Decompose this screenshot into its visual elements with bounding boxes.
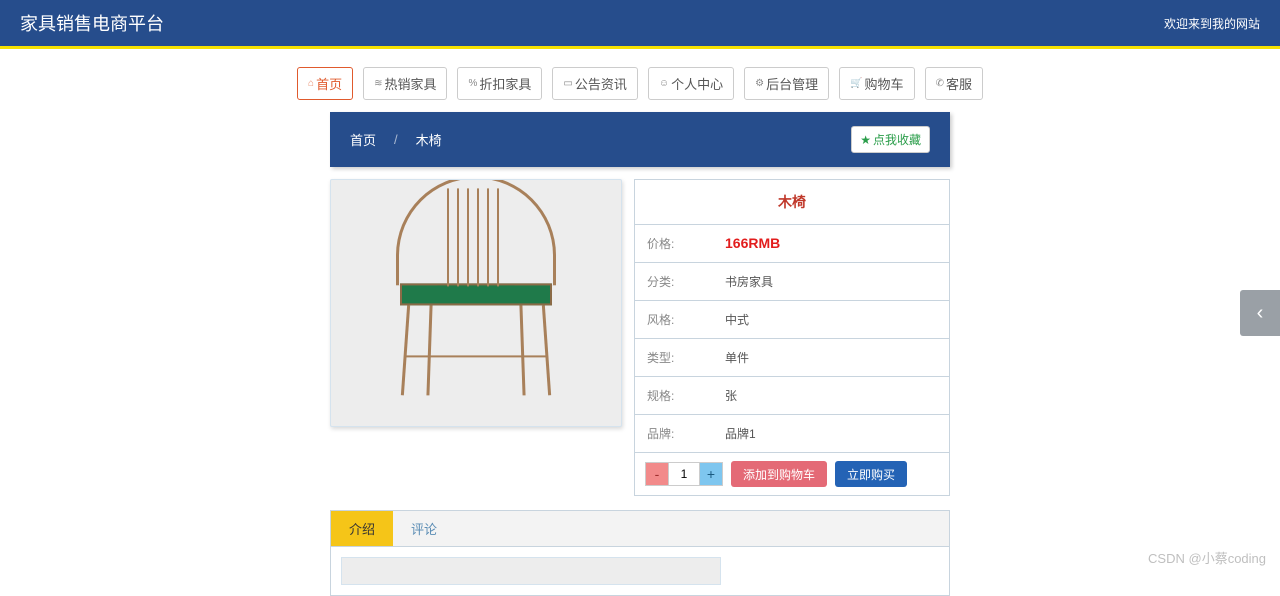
nav-item-7[interactable]: ✆客服 [925, 67, 983, 100]
add-to-cart-button[interactable]: 添加到购物车 [731, 461, 827, 487]
price-label: 价格: [647, 235, 725, 252]
detail-tabs: 介绍 评论 [330, 510, 950, 596]
qty-plus-button[interactable]: + [699, 462, 723, 486]
product-name: 木椅 [635, 180, 949, 225]
nav-item-1[interactable]: ≋热销家具 [363, 67, 447, 100]
spec-label: 规格: [647, 387, 725, 404]
breadcrumb-bar: 首页 / 木椅 ★ 点我收藏 [330, 112, 950, 167]
nav-item-2[interactable]: %折扣家具 [457, 67, 542, 100]
nav-item-3[interactable]: ▭公告资讯 [552, 67, 637, 100]
spec-row: 分类:书房家具 [635, 263, 949, 301]
spec-value: 书房家具 [725, 273, 937, 290]
qty-minus-button[interactable]: - [645, 462, 669, 486]
product-image [330, 179, 622, 427]
nav-label: 购物车 [865, 74, 904, 93]
spec-row: 类型:单件 [635, 339, 949, 377]
spec-label: 风格: [647, 311, 725, 328]
product-info: 木椅 价格: 166RMB 分类:书房家具风格:中式类型:单件规格:张品牌:品牌… [634, 179, 950, 496]
nav-icon: ≋ [374, 78, 382, 89]
detail-image [341, 557, 721, 585]
nav-item-5[interactable]: ⚙后台管理 [744, 67, 829, 100]
nav-icon: % [468, 78, 477, 89]
breadcrumb-home[interactable]: 首页 [350, 130, 376, 149]
quantity-stepper: - + [645, 462, 723, 486]
nav-label: 个人中心 [671, 74, 723, 93]
nav-item-0[interactable]: ⌂首页 [297, 67, 353, 100]
tab-comment[interactable]: 评论 [393, 511, 455, 546]
tab-intro[interactable]: 介绍 [331, 511, 393, 546]
nav-label: 折扣家具 [479, 74, 531, 93]
breadcrumb-current: 木椅 [416, 130, 442, 149]
nav-icon: ✆ [936, 78, 944, 89]
breadcrumb: 首页 / 木椅 [350, 130, 442, 149]
welcome-text: 欢迎来到我的网站 [1164, 15, 1260, 32]
nav-icon: ▭ [563, 78, 572, 89]
spec-label: 类型: [647, 349, 725, 366]
spec-row: 品牌:品牌1 [635, 415, 949, 453]
nav-item-6[interactable]: 🛒购物车 [839, 67, 914, 100]
spec-row: 规格:张 [635, 377, 949, 415]
watermark: CSDN @小蔡coding [1148, 548, 1266, 567]
spec-value: 品牌1 [725, 425, 937, 442]
star-icon: ★ [860, 133, 871, 147]
favorite-label: 点我收藏 [873, 131, 921, 148]
nav-label: 首页 [316, 74, 342, 93]
spec-row: 风格:中式 [635, 301, 949, 339]
nav-label: 公告资讯 [575, 74, 627, 93]
nav-label: 客服 [946, 74, 972, 93]
nav-label: 热销家具 [384, 74, 436, 93]
nav-icon: ☺ [659, 78, 669, 89]
nav-icon: 🛒 [850, 78, 862, 89]
chevron-left-icon: ‹ [1257, 302, 1264, 325]
breadcrumb-sep: / [394, 132, 398, 147]
nav-icon: ⚙ [755, 78, 764, 89]
nav-item-4[interactable]: ☺个人中心 [648, 67, 734, 100]
nav-bar: ⌂首页≋热销家具%折扣家具▭公告资讯☺个人中心⚙后台管理🛒购物车✆客服 [0, 49, 1280, 112]
buy-now-button[interactable]: 立即购买 [835, 461, 907, 487]
nav-icon: ⌂ [308, 78, 314, 89]
action-row: - + 添加到购物车 立即购买 [635, 453, 949, 495]
app-title: 家具销售电商平台 [20, 10, 164, 36]
spec-label: 品牌: [647, 425, 725, 442]
price-value: 166RMB [725, 235, 937, 252]
qty-input[interactable] [669, 462, 699, 486]
spec-value: 张 [725, 387, 937, 404]
nav-label: 后台管理 [766, 74, 818, 93]
spec-label: 分类: [647, 273, 725, 290]
spec-value: 中式 [725, 311, 937, 328]
spec-value: 单件 [725, 349, 937, 366]
favorite-button[interactable]: ★ 点我收藏 [851, 126, 930, 153]
carousel-prev-button[interactable]: ‹ [1240, 290, 1280, 336]
app-header: 家具销售电商平台 欢迎来到我的网站 [0, 0, 1280, 49]
